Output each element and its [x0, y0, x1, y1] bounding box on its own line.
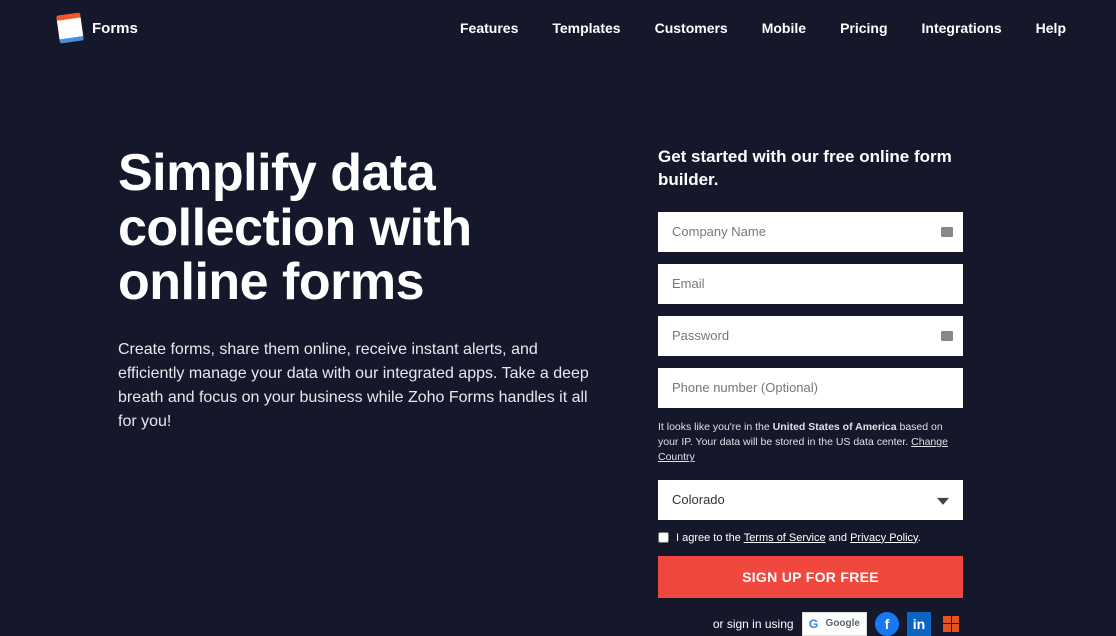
nav-help[interactable]: Help [1036, 20, 1066, 36]
nav-mobile[interactable]: Mobile [762, 20, 806, 36]
ip-notice: It looks like you're in the United State… [658, 420, 963, 466]
hero: Simplify data collection with online for… [118, 146, 598, 636]
nav-integrations[interactable]: Integrations [922, 20, 1002, 36]
nav-pricing[interactable]: Pricing [840, 20, 887, 36]
hero-title: Simplify data collection with online for… [118, 146, 598, 310]
state-select[interactable]: Colorado [658, 480, 963, 520]
phone-field-wrap [658, 368, 963, 408]
google-signin-button[interactable]: G Google [802, 612, 867, 636]
google-icon: G [806, 616, 822, 632]
agree-checkbox[interactable] [658, 532, 669, 543]
facebook-icon: f [885, 616, 890, 632]
email-input[interactable] [658, 264, 963, 304]
social-label: or sign in using [713, 617, 794, 631]
main-nav: Features Templates Customers Mobile Pric… [460, 20, 1066, 36]
logo[interactable]: Forms [58, 14, 138, 42]
email-field-wrap [658, 264, 963, 304]
agree-text: I agree to the Terms of Service and Priv… [676, 532, 921, 544]
password-field-wrap [658, 316, 963, 356]
company-card-icon [941, 227, 953, 237]
phone-input[interactable] [658, 368, 963, 408]
forms-logo-icon [56, 12, 84, 43]
brand-name: Forms [92, 20, 138, 37]
nav-templates[interactable]: Templates [552, 20, 620, 36]
privacy-link[interactable]: Privacy Policy [850, 532, 918, 544]
hero-subtitle: Create forms, share them online, receive… [118, 338, 598, 434]
microsoft-signin-button[interactable] [939, 612, 963, 636]
signup-form: Get started with our free online form bu… [658, 146, 963, 636]
company-input[interactable] [658, 212, 963, 252]
company-field-wrap [658, 212, 963, 252]
form-heading: Get started with our free online form bu… [658, 146, 963, 192]
social-signin-row: or sign in using G Google f in [658, 612, 963, 636]
agree-row: I agree to the Terms of Service and Priv… [658, 532, 963, 544]
keyboard-icon [941, 331, 953, 341]
header: Forms Features Templates Customers Mobil… [0, 0, 1116, 56]
linkedin-icon: in [913, 616, 925, 632]
nav-features[interactable]: Features [460, 20, 518, 36]
password-input[interactable] [658, 316, 963, 356]
microsoft-icon [943, 616, 959, 632]
nav-customers[interactable]: Customers [655, 20, 728, 36]
state-select-wrap: Colorado [658, 480, 963, 520]
facebook-signin-button[interactable]: f [875, 612, 899, 636]
linkedin-signin-button[interactable]: in [907, 612, 931, 636]
tos-link[interactable]: Terms of Service [744, 532, 826, 544]
main: Simplify data collection with online for… [0, 56, 1116, 636]
